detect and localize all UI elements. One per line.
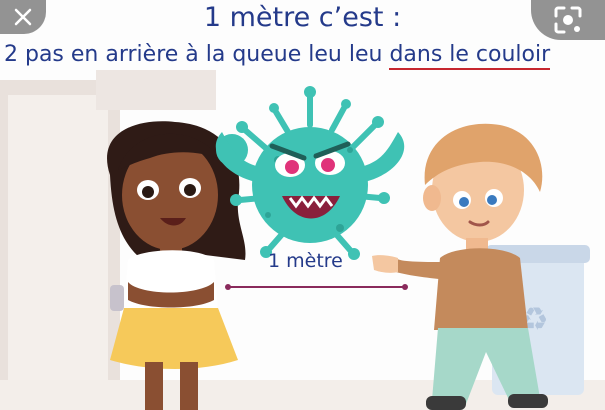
door-handle	[110, 285, 124, 311]
subtitle-underlined-text: dans le couloir	[389, 42, 551, 70]
close-icon	[14, 8, 32, 26]
wall-beam	[96, 70, 216, 110]
poster: ♻ 1 mètre c’est: 2 pas en arrière à la …	[0, 0, 605, 410]
distance-start-marker	[225, 284, 231, 290]
poster-subtitle: 2 pas en arrière à la queue leu leu dans…	[4, 42, 551, 70]
subtitle-text: 2 pas en arrière à la queue leu leu	[4, 42, 383, 67]
door-panel	[8, 95, 108, 410]
poster-title: 1 mètre c’est :	[203, 2, 402, 33]
virus-character	[215, 86, 405, 260]
visual-search-icon	[554, 6, 582, 34]
distance-label: 1 mètre	[268, 250, 343, 272]
distance-end-marker	[402, 284, 408, 290]
visual-search-button[interactable]	[531, 0, 605, 40]
